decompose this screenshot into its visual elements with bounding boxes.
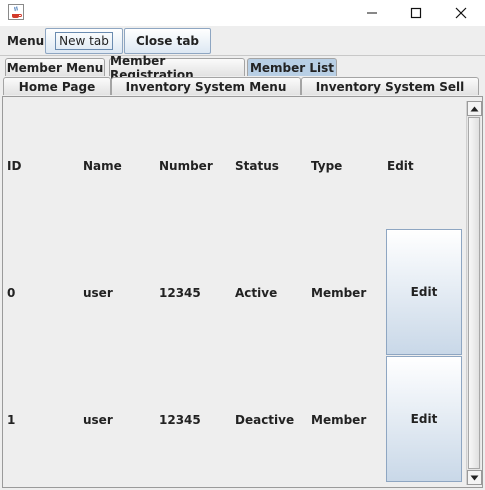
header-status: Status [235, 159, 279, 173]
row-1-id: 1 [7, 413, 16, 427]
tab-home-page[interactable]: Home Page [3, 77, 111, 95]
row-1-edit-button[interactable]: Edit [386, 356, 462, 482]
tab-inventory-system-sell[interactable]: Inventory System Sell [301, 77, 479, 95]
row-0-edit-button[interactable]: Edit [386, 229, 462, 355]
vertical-scrollbar[interactable] [466, 101, 482, 485]
header-number: Number [159, 159, 213, 173]
row-1-status: Deactive [235, 413, 295, 427]
row-1-number: 12345 [159, 413, 201, 427]
minimize-icon [367, 12, 377, 14]
header-id: ID [7, 159, 22, 173]
row-0-name: user [83, 286, 113, 300]
new-tab-button[interactable]: New tab [45, 28, 123, 54]
arrow-down-icon [470, 475, 479, 480]
tab-inventory-system-menu[interactable]: Inventory System Menu [111, 77, 301, 95]
java-coffee-icon [8, 4, 24, 20]
header-edit: Edit [387, 159, 414, 173]
close-tab-button[interactable]: Close tab [124, 28, 211, 54]
menu-item-menu[interactable]: Menu [7, 34, 44, 48]
row-0-type: Member [311, 286, 367, 300]
member-list-panel: ID Name Number Status Type Edit 0 user 1… [2, 96, 483, 488]
header-type: Type [311, 159, 343, 173]
scroll-down-button[interactable] [467, 470, 482, 485]
header-name: Name [83, 159, 122, 173]
row-0-id: 0 [7, 286, 16, 300]
row-0-status: Active [235, 286, 278, 300]
scroll-up-button[interactable] [467, 101, 482, 116]
arrow-up-icon [470, 106, 479, 111]
tab-member-registration[interactable]: Member Registration [109, 54, 245, 82]
new-tab-label: New tab [55, 32, 113, 50]
close-window-button[interactable] [438, 0, 484, 26]
title-bar [0, 0, 485, 26]
minimize-button[interactable] [349, 0, 395, 26]
tab-member-list[interactable]: Member List [247, 58, 337, 76]
row-1-name: user [83, 413, 113, 427]
maximize-button[interactable] [393, 0, 439, 26]
row-1-type: Member [311, 413, 367, 427]
close-icon [455, 7, 467, 19]
menu-bar: Menu New tab Close tab [0, 26, 485, 56]
tab-member-menu[interactable]: Member Menu [5, 58, 105, 76]
scrollbar-thumb[interactable] [468, 117, 480, 469]
maximize-icon [410, 7, 422, 19]
row-0-number: 12345 [159, 286, 201, 300]
